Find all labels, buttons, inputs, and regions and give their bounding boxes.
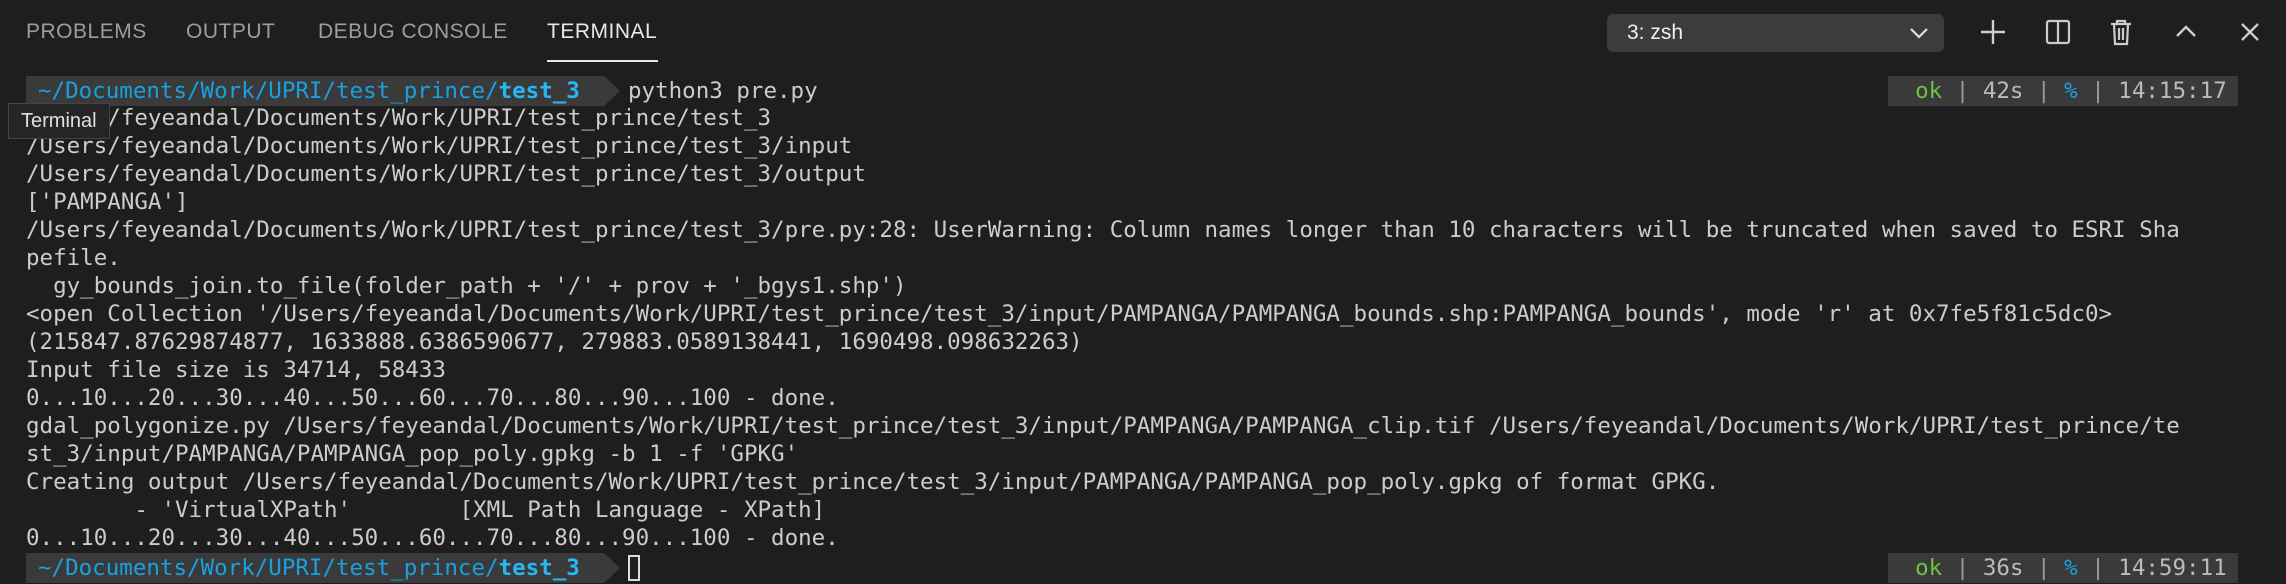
prompt-path-segment: ~/Documents/Work/UPRI/test_prince/test_3 xyxy=(26,553,620,583)
output-line: Input file size is 34714, 58433 xyxy=(26,357,446,383)
prompt-path: ~/Documents/Work/UPRI/test_prince/ xyxy=(38,78,499,104)
panel-header: PROBLEMS OUTPUT DEBUG CONSOLE TERMINAL 3… xyxy=(0,0,2286,66)
output-line: /Users/feyeandal/Documents/Work/UPRI/tes… xyxy=(26,161,866,187)
plus-icon[interactable] xyxy=(1975,14,2011,50)
output-line: gy_bounds_join.to_file(folder_path + '/'… xyxy=(26,273,907,299)
output-line: st_3/input/PAMPANGA/PAMPANGA_pop_poly.gp… xyxy=(26,441,799,467)
prompt-status-segment: ok | 36s | % | 14:59:11 xyxy=(1888,553,2238,583)
split-icon[interactable] xyxy=(2040,14,2076,50)
active-tab-indicator xyxy=(547,60,658,62)
output-line: 0...10...20...30...40...50...60...70...8… xyxy=(26,525,839,551)
tab-terminal[interactable]: TERMINAL xyxy=(547,20,657,44)
prompt-dir: test_3 xyxy=(498,555,580,581)
command-text: python3 pre.py xyxy=(628,78,818,104)
output-line: pefile. xyxy=(26,245,121,271)
output-line: - 'VirtualXPath' [XML Path Language - XP… xyxy=(26,497,826,523)
trash-icon[interactable] xyxy=(2103,14,2139,50)
chevron-down-icon xyxy=(1910,28,1928,39)
prompt-status-segment: ok | 42s | % | 14:15:17 xyxy=(1888,76,2238,106)
chevron-up-icon[interactable] xyxy=(2168,14,2204,50)
output-line: /Users/feyeandal/Documents/Work/UPRI/tes… xyxy=(26,217,2180,243)
terminal-cursor xyxy=(628,555,640,581)
tooltip: Terminal xyxy=(8,103,110,139)
terminal-select-value: 3: zsh xyxy=(1627,21,1684,44)
prompt-path-segment: ~/Documents/Work/UPRI/test_prince/test_3 xyxy=(26,76,620,106)
output-line: (215847.87629874877, 1633888.6386590677,… xyxy=(26,329,1083,355)
close-icon[interactable] xyxy=(2232,14,2268,50)
output-line: Creating output /Users/feyeandal/Documen… xyxy=(26,469,1720,495)
tab-debug-console[interactable]: DEBUG CONSOLE xyxy=(318,20,508,44)
output-line: gdal_polygonize.py /Users/feyeandal/Docu… xyxy=(26,413,2180,439)
prompt-dir: test_3 xyxy=(498,78,580,104)
output-line: 0...10...20...30...40...50...60...70...8… xyxy=(26,385,839,411)
prompt-path: ~/Documents/Work/UPRI/test_prince/ xyxy=(38,555,499,581)
output-line: <open Collection '/Users/feyeandal/Docum… xyxy=(26,301,2113,327)
terminal-select[interactable]: 3: zsh xyxy=(1607,14,1944,52)
tab-problems[interactable]: PROBLEMS xyxy=(26,20,147,44)
output-line: /Users/feyeandal/Documents/Work/UPRI/tes… xyxy=(26,133,853,159)
output-line: /Users/feyeandal/Documents/Work/UPRI/tes… xyxy=(26,105,772,131)
tab-output[interactable]: OUTPUT xyxy=(186,20,275,44)
output-line: ['PAMPANGA'] xyxy=(26,189,189,215)
terminal-output[interactable]: ~/Documents/Work/UPRI/test_prince/test_3… xyxy=(0,72,2286,584)
